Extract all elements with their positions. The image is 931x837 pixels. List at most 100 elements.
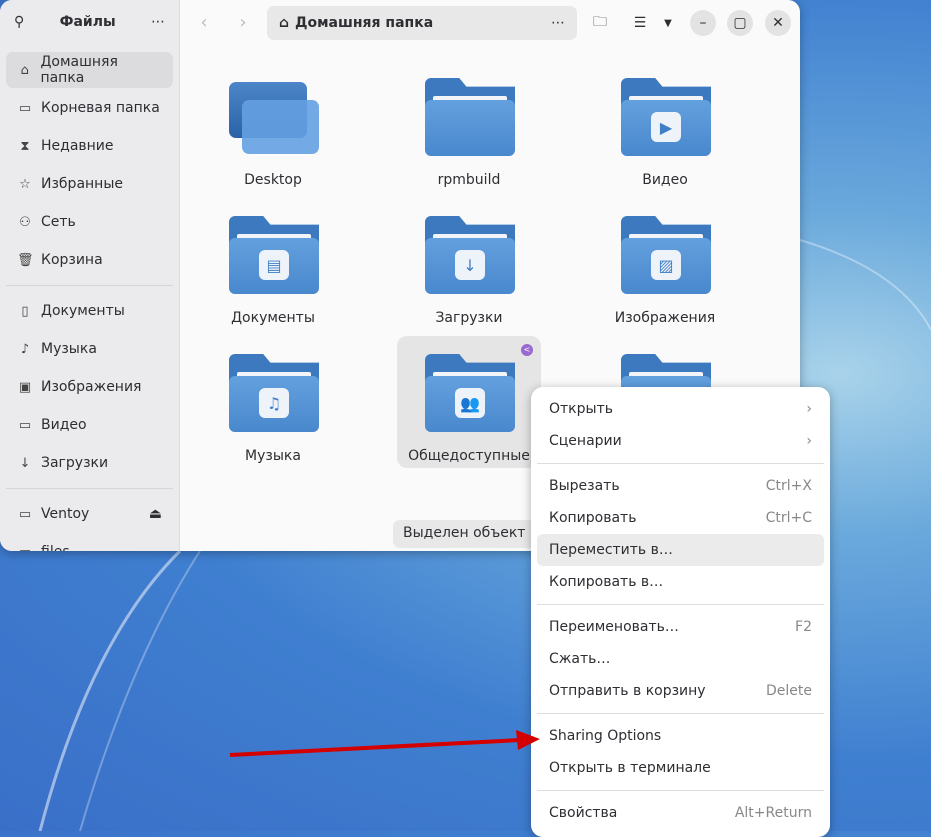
menu-separator: [537, 463, 824, 464]
sidebar-item-starred[interactable]: ☆ Избранные: [6, 166, 173, 202]
file-name: Документы: [231, 310, 315, 326]
view-list-icon[interactable]: ☰: [627, 10, 653, 36]
file-item[interactable]: ▤ Документы: [201, 198, 345, 330]
document-icon: ▯: [21, 303, 29, 319]
sidebar-item-files[interactable]: ▭ files: [6, 534, 173, 551]
menu-item[interactable]: Переместить в…: [537, 534, 824, 566]
file-name: Музыка: [245, 448, 301, 464]
sidebar-item-label: Видео: [41, 417, 87, 433]
sidebar-item-label: Документы: [41, 303, 125, 319]
file-item[interactable]: Desktop: [201, 60, 345, 192]
sidebar-item-documents[interactable]: ▯ Документы: [6, 293, 173, 329]
menu-item-label: Переместить в…: [549, 542, 673, 558]
drive-icon: ▭: [17, 545, 33, 552]
menu-item[interactable]: Копировать в…: [537, 566, 824, 598]
menu-item[interactable]: Открыть ›: [537, 393, 824, 425]
file-item[interactable]: ▶ Видео: [593, 60, 737, 192]
menu-item-label: Вырезать: [549, 478, 620, 494]
menu-item-label: Сжать…: [549, 651, 611, 667]
folder-icon: ↓: [425, 216, 515, 294]
menu-separator: [537, 713, 824, 714]
sidebar-item-pictures[interactable]: ▣ Изображения: [6, 369, 173, 405]
menu-item[interactable]: Открыть в терминале: [537, 752, 824, 784]
file-name: Изображения: [614, 310, 716, 326]
menu-item-label: Открыть: [549, 401, 613, 417]
menu-item[interactable]: Сценарии ›: [537, 425, 824, 457]
sidebar-item-label: Загрузки: [41, 455, 109, 471]
menu-accelerator: F2: [795, 619, 812, 635]
context-menu: Открыть › Сценарии › Вырезать Ctrl+X Копироват…: [531, 387, 830, 837]
sidebar-item-root[interactable]: ▭ Корневая папка: [6, 90, 173, 126]
back-button[interactable]: ‹: [187, 7, 221, 37]
video-icon: ▭: [18, 417, 32, 433]
home-icon: ⌂: [20, 62, 29, 78]
sidebar-item-label: Изображения: [41, 379, 142, 395]
search-icon[interactable]: ⚲: [14, 14, 24, 30]
sidebar-item-trash[interactable]: 🗑 Корзина: [6, 242, 173, 278]
menu-item-label: Открыть в терминале: [549, 760, 711, 776]
maximize-button[interactable]: ▢: [727, 10, 753, 36]
network-icon: ⚇: [19, 214, 31, 230]
menu-item[interactable]: Отправить в корзину Delete: [537, 675, 824, 707]
file-item[interactable]: ♫ Музыка: [201, 336, 345, 468]
file-item[interactable]: rpmbuild: [397, 60, 541, 192]
menu-item[interactable]: Вырезать Ctrl+X: [537, 470, 824, 502]
file-item[interactable]: 👥 < Общедоступные: [397, 336, 541, 468]
minimize-button[interactable]: –: [690, 10, 716, 36]
folder-icon: ♫: [229, 354, 319, 432]
path-bar[interactable]: ⌂ Домашняя папка ⋯: [267, 6, 577, 40]
sidebar-item-label: Корневая папка: [41, 100, 160, 116]
menu-accelerator: Delete: [766, 683, 812, 699]
image-icon: ▣: [18, 379, 32, 395]
file-item[interactable]: ↓ Загрузки: [397, 198, 541, 330]
menu-item-label: Копировать: [549, 510, 637, 526]
sidebar-item-recent[interactable]: ⧗ Недавние: [6, 128, 173, 164]
menu-separator: [537, 604, 824, 605]
menu-item[interactable]: Переименовать… F2: [537, 611, 824, 643]
sidebar-item-home[interactable]: ⌂ Домашняя папка: [6, 52, 173, 88]
sidebar-item-label: Избранные: [41, 176, 123, 192]
menu-separator: [537, 790, 824, 791]
trash-icon: 🗑: [17, 252, 34, 268]
folder-icon: [425, 78, 515, 156]
new-folder-search-icon[interactable]: 🗀: [587, 10, 613, 36]
sidebar-item-label: Ventoy: [41, 506, 90, 522]
folder-icon: ▶: [621, 78, 711, 156]
file-name: Загрузки: [435, 310, 503, 326]
menu-item-label: Переименовать…: [549, 619, 679, 635]
sidebar-item-ventoy[interactable]: ▭ Ventoy ⏏: [6, 496, 173, 532]
menu-icon[interactable]: ⋯: [151, 14, 165, 30]
sidebar-item-music[interactable]: ♪ Музыка: [6, 331, 173, 367]
folder-icon: ▨: [621, 216, 711, 294]
sidebar-item-label: files: [41, 544, 70, 551]
sidebar-item-label: Сеть: [41, 214, 76, 230]
desktop-folder-icon-front: [242, 100, 319, 154]
home-icon: ⌂: [279, 15, 290, 31]
file-item[interactable]: ▨ Изображения: [593, 198, 737, 330]
sidebar-item-videos[interactable]: ▭ Видео: [6, 407, 173, 443]
file-name: Desktop: [244, 172, 302, 188]
sidebar: ⚲ Файлы ⋯ ⌂ Домашняя папка ▭ Корневая папк…: [0, 0, 180, 551]
eject-icon[interactable]: ⏏: [149, 506, 162, 522]
sidebar-item-downloads[interactable]: ↓ Загрузки: [6, 445, 173, 481]
sidebar-item-label: Недавние: [41, 138, 114, 154]
menu-item[interactable]: Копировать Ctrl+C: [537, 502, 824, 534]
menu-item[interactable]: Sharing Options: [537, 720, 824, 752]
file-name: Общедоступные: [408, 448, 530, 464]
hourglass-icon: ⧗: [20, 138, 30, 154]
download-icon: ↓: [19, 455, 31, 471]
chevron-right-icon: ›: [806, 401, 812, 417]
menu-item-label: Sharing Options: [549, 728, 662, 744]
shared-badge-icon: <: [521, 344, 533, 356]
view-options-dropdown-icon[interactable]: ▼: [655, 10, 681, 36]
forward-button[interactable]: ›: [226, 7, 260, 37]
menu-item[interactable]: Сжать…: [537, 643, 824, 675]
sidebar-item-network[interactable]: ⚇ Сеть: [6, 204, 173, 240]
path-menu-icon[interactable]: ⋯: [551, 15, 565, 31]
drive-icon: ▭: [18, 506, 32, 522]
close-button[interactable]: ✕: [765, 10, 791, 36]
file-name: Видео: [642, 172, 688, 188]
menu-item-label: Сценарии: [549, 433, 622, 449]
menu-item[interactable]: Свойства Alt+Return: [537, 797, 824, 829]
menu-item-label: Копировать в…: [549, 574, 664, 590]
